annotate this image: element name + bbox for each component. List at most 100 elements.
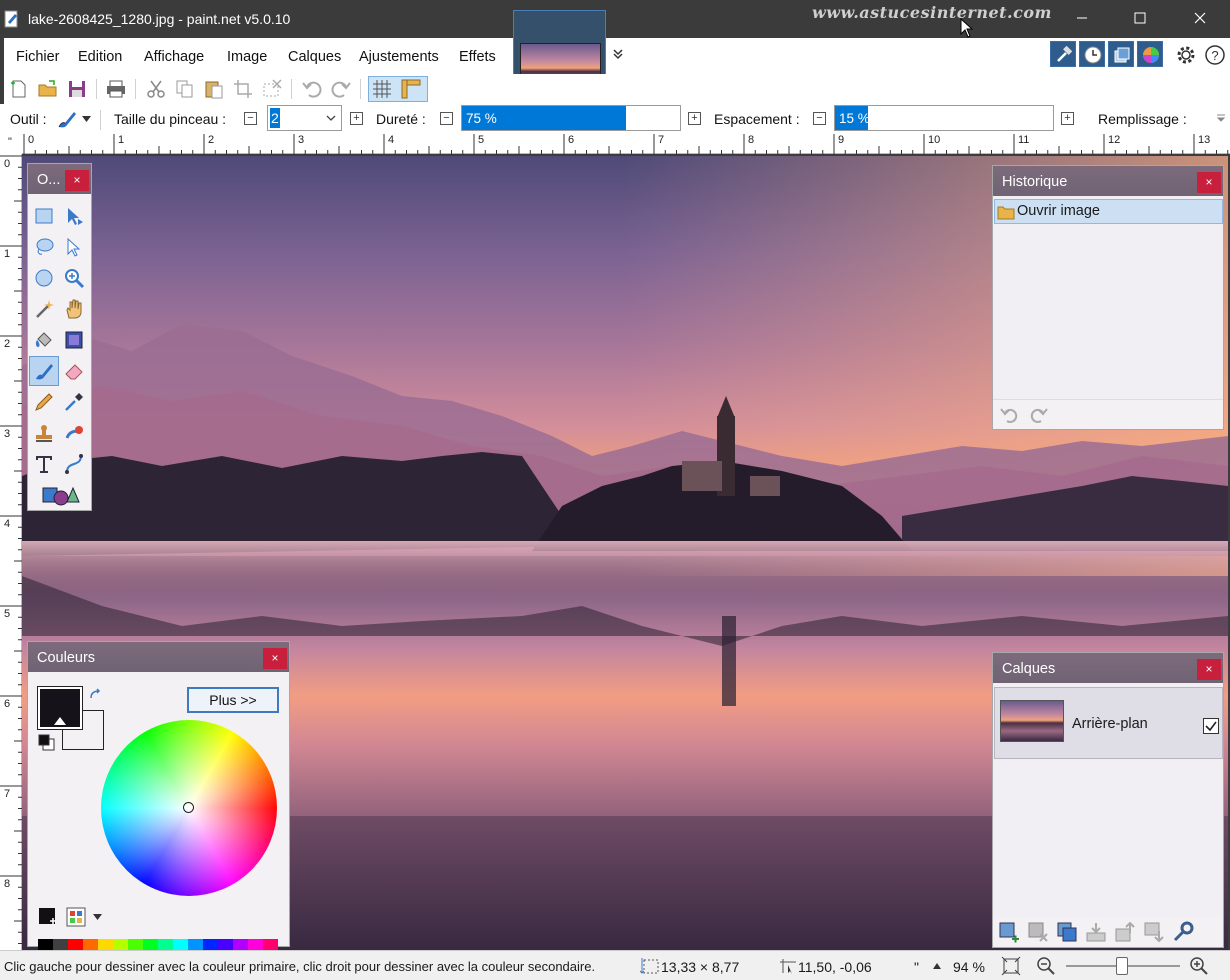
pencil-tool[interactable] (30, 388, 58, 416)
shapes-tool[interactable] (38, 481, 82, 509)
colors-panel: Couleurs × Plus >> (27, 641, 290, 967)
spacing-minus-button[interactable]: − (813, 112, 826, 125)
brush-size-minus-button[interactable]: − (244, 112, 257, 125)
pixel-grid-icon[interactable] (371, 78, 393, 100)
recolor-tool[interactable] (60, 419, 88, 447)
eraser-tool[interactable] (60, 357, 88, 385)
rectangle-select-tool[interactable] (30, 202, 58, 230)
layer-properties-wrench-icon[interactable] (1172, 921, 1194, 943)
measurement-unit[interactable]: " (914, 959, 919, 975)
paste-icon[interactable] (203, 78, 225, 100)
zoom-in-icon[interactable] (1189, 956, 1209, 976)
tool-dropdown-chevron-icon[interactable] (82, 116, 91, 122)
colors-panel-close-button[interactable]: × (263, 648, 287, 669)
duplicate-layer-icon[interactable] (1056, 921, 1078, 943)
redo-icon[interactable] (1027, 406, 1049, 424)
hardness-minus-button[interactable]: − (440, 112, 453, 125)
brush-size-input[interactable]: 2 (267, 105, 342, 131)
minimize-button[interactable] (1052, 0, 1112, 38)
move-layer-up-icon[interactable] (1114, 921, 1136, 943)
zoom-slider[interactable] (1066, 957, 1180, 975)
settings-gear-icon[interactable] (1175, 44, 1197, 66)
add-color-to-palette-icon[interactable] (38, 907, 58, 927)
clone-stamp-tool[interactable] (30, 419, 58, 447)
menu-image[interactable]: Image (227, 49, 267, 65)
tools-window-toggle[interactable] (1050, 41, 1076, 67)
units-dropdown-icon[interactable] (933, 963, 941, 969)
brush-size-plus-button[interactable]: + (350, 112, 363, 125)
toolbar-overflow-icon[interactable] (1216, 114, 1226, 122)
zoom-to-window-icon[interactable] (1001, 956, 1021, 976)
tabs-dropdown-icon[interactable] (611, 46, 625, 60)
pan-tool[interactable] (60, 295, 88, 323)
layers-window-toggle[interactable] (1108, 41, 1134, 67)
tool-options-bar: Outil : Taille du pinceau : − 2 + Dureté… (0, 104, 1230, 134)
close-window-button[interactable] (1170, 0, 1230, 38)
palette-menu-icon[interactable] (66, 907, 86, 927)
menu-fichier[interactable]: Fichier (16, 49, 60, 65)
deselect-icon[interactable] (261, 78, 283, 100)
primary-color-swatch[interactable] (37, 686, 83, 730)
layer-visibility-checkbox[interactable] (1203, 718, 1219, 734)
print-icon[interactable] (105, 78, 127, 100)
color-picker-tool[interactable] (60, 388, 88, 416)
color-wheel[interactable] (101, 720, 277, 896)
new-file-icon[interactable] (8, 78, 30, 100)
add-layer-icon[interactable] (998, 921, 1020, 943)
reset-colors-icon[interactable] (38, 734, 56, 752)
paintbrush-tool[interactable] (29, 356, 59, 386)
layers-panel-close-button[interactable]: × (1197, 659, 1221, 680)
crop-icon[interactable] (232, 78, 254, 100)
paint-bucket-tool[interactable] (30, 326, 58, 354)
lasso-select-tool[interactable] (30, 233, 58, 261)
move-layer-down-icon[interactable] (1143, 921, 1165, 943)
delete-layer-icon[interactable] (1027, 921, 1049, 943)
palette-dropdown-chevron-icon[interactable] (93, 914, 102, 920)
cut-icon[interactable] (145, 78, 167, 100)
hardness-slider[interactable]: 75 % (461, 105, 681, 131)
history-panel-close-button[interactable]: × (1197, 172, 1221, 193)
history-list: Ouvrir image (993, 196, 1223, 429)
merge-layer-down-icon[interactable] (1085, 921, 1107, 943)
line-curve-tool[interactable] (60, 450, 88, 478)
menu-effets[interactable]: Effets (459, 49, 496, 65)
zoom-out-icon[interactable] (1036, 956, 1056, 976)
spacing-slider[interactable]: 15 % (834, 105, 1054, 131)
swap-colors-icon[interactable] (88, 688, 102, 702)
redo-icon[interactable] (330, 78, 352, 100)
spacing-plus-button[interactable]: + (1061, 112, 1074, 125)
magic-wand-tool[interactable] (30, 295, 58, 323)
help-icon[interactable]: ? (1204, 44, 1226, 66)
rulers-icon[interactable] (400, 78, 422, 100)
open-folder-icon[interactable] (37, 78, 59, 100)
move-selected-tool[interactable] (60, 202, 88, 230)
undo-icon[interactable] (301, 78, 323, 100)
gradient-tool[interactable] (60, 326, 88, 354)
colors-window-toggle[interactable] (1137, 41, 1163, 67)
zoom-slider-thumb[interactable] (1116, 957, 1128, 975)
text-tool[interactable] (30, 450, 58, 478)
layer-row[interactable]: Arrière-plan (994, 687, 1223, 759)
move-selection-tool[interactable] (60, 233, 88, 261)
tools-panel-close-button[interactable]: × (65, 170, 89, 191)
zoom-level[interactable]: 94 % (953, 959, 985, 975)
more-colors-button[interactable]: Plus >> (187, 687, 279, 713)
ellipse-select-tool[interactable] (30, 264, 58, 292)
zoom-tool[interactable] (60, 264, 88, 292)
save-icon[interactable] (66, 78, 88, 100)
menu-edition[interactable]: Edition (78, 49, 122, 65)
menu-calques[interactable]: Calques (288, 49, 341, 65)
maximize-button[interactable] (1110, 0, 1170, 38)
magic-wand-icon (36, 300, 54, 318)
history-item[interactable]: Ouvrir image (994, 199, 1223, 224)
status-hint: Clic gauche pour dessiner avec la couleu… (4, 959, 596, 974)
menu-affichage[interactable]: Affichage (144, 49, 204, 65)
menu-ajustements[interactable]: Ajustements (359, 49, 439, 65)
history-window-toggle[interactable] (1079, 41, 1105, 67)
undo-icon[interactable] (999, 406, 1021, 424)
paintbrush-tool-icon[interactable] (56, 108, 78, 130)
layer-thumbnail (1000, 700, 1064, 742)
hardness-plus-button[interactable]: + (688, 112, 701, 125)
copy-icon[interactable] (174, 78, 196, 100)
color-wheel-selector[interactable] (183, 802, 194, 813)
